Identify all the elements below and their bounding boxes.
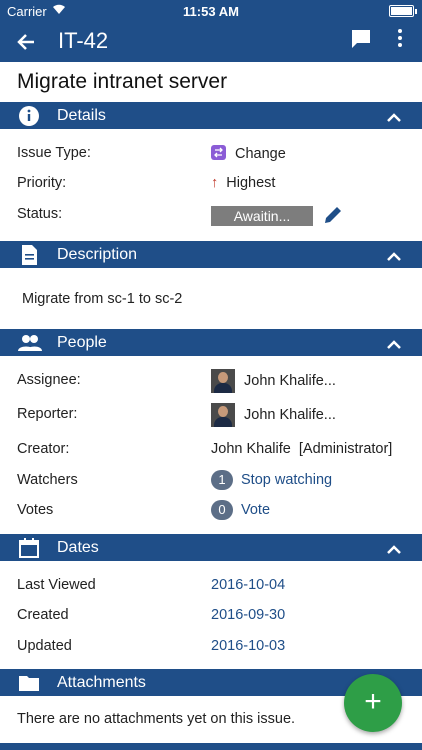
people-icon: [18, 332, 42, 354]
avatar: [211, 369, 235, 393]
people-section-header[interactable]: People: [0, 329, 422, 356]
creator-label: Creator:: [17, 441, 70, 457]
issue-type-label: Issue Type:: [17, 145, 91, 161]
votes-label: Votes: [17, 502, 54, 518]
last-viewed-label: Last Viewed: [17, 577, 96, 593]
priority-highest-icon: ↑: [211, 175, 219, 191]
priority-value: ↑ Highest: [211, 175, 275, 191]
battery-icon: [389, 5, 417, 17]
people-title: People: [57, 334, 107, 351]
avatar: [211, 403, 235, 427]
status-label: Status:: [17, 206, 63, 222]
status-button[interactable]: Awaitin...: [211, 206, 313, 226]
description-section-header[interactable]: Description: [0, 241, 422, 268]
votes-count-badge: 0: [211, 500, 233, 520]
clock: 11:53 AM: [183, 4, 239, 19]
last-viewed-value: 2016-10-04: [211, 577, 286, 593]
reporter-value[interactable]: John Khalife...: [211, 403, 336, 427]
stop-watching-link[interactable]: Stop watching: [241, 472, 332, 488]
votes-value[interactable]: 0 Vote: [211, 500, 270, 520]
watchers-label: Watchers: [17, 472, 78, 488]
description-text: Migrate from sc-1 to sc-2: [22, 291, 183, 307]
next-section-header: [0, 743, 422, 750]
issue-key: IT-42: [58, 28, 109, 53]
chevron-up-icon[interactable]: [387, 337, 401, 355]
chevron-up-icon[interactable]: [387, 542, 401, 560]
updated-value: 2016-10-03: [211, 638, 286, 654]
creator-value: John Khalife [Administrator]: [211, 441, 393, 457]
document-icon: [18, 244, 40, 266]
chevron-up-icon[interactable]: [387, 110, 401, 128]
issue-type-value: Change: [211, 145, 286, 162]
comment-icon[interactable]: [350, 28, 372, 55]
folder-icon: [18, 672, 40, 694]
issue-type-text: Change: [235, 146, 286, 162]
app-bar: IT-42: [0, 22, 422, 62]
dates-title: Dates: [57, 539, 99, 556]
back-arrow-icon[interactable]: [16, 27, 36, 58]
details-section-header[interactable]: Details: [0, 102, 422, 129]
more-options-icon[interactable]: [396, 27, 404, 49]
chevron-up-icon[interactable]: [387, 249, 401, 267]
add-fab-button[interactable]: +: [344, 674, 402, 732]
edit-pencil-icon[interactable]: [322, 204, 344, 231]
description-title: Description: [57, 246, 138, 263]
attachments-empty-text: There are no attachments yet on this iss…: [17, 711, 296, 727]
priority-text: Highest: [226, 175, 276, 191]
assignee-label: Assignee:: [17, 372, 81, 388]
reporter-name: John Khalife...: [244, 406, 336, 423]
created-label: Created: [17, 607, 69, 623]
status-bar: Carrier 11:53 AM: [0, 0, 422, 22]
assignee-name: John Khalife...: [244, 372, 336, 389]
updated-label: Updated: [17, 638, 72, 654]
watchers-value[interactable]: 1 Stop watching: [211, 470, 332, 490]
issue-title: Migrate intranet server: [17, 70, 228, 93]
info-icon: [18, 105, 40, 127]
created-value: 2016-09-30: [211, 607, 286, 623]
assignee-value[interactable]: John Khalife...: [211, 369, 336, 393]
watchers-count-badge: 1: [211, 470, 233, 490]
details-title: Details: [57, 107, 106, 124]
dates-section-header[interactable]: Dates: [0, 534, 422, 561]
calendar-icon: [18, 537, 40, 559]
reporter-label: Reporter:: [17, 406, 78, 422]
vote-link[interactable]: Vote: [241, 502, 270, 518]
attachments-title: Attachments: [57, 674, 146, 691]
priority-label: Priority:: [17, 175, 67, 191]
change-type-icon: [211, 145, 226, 160]
